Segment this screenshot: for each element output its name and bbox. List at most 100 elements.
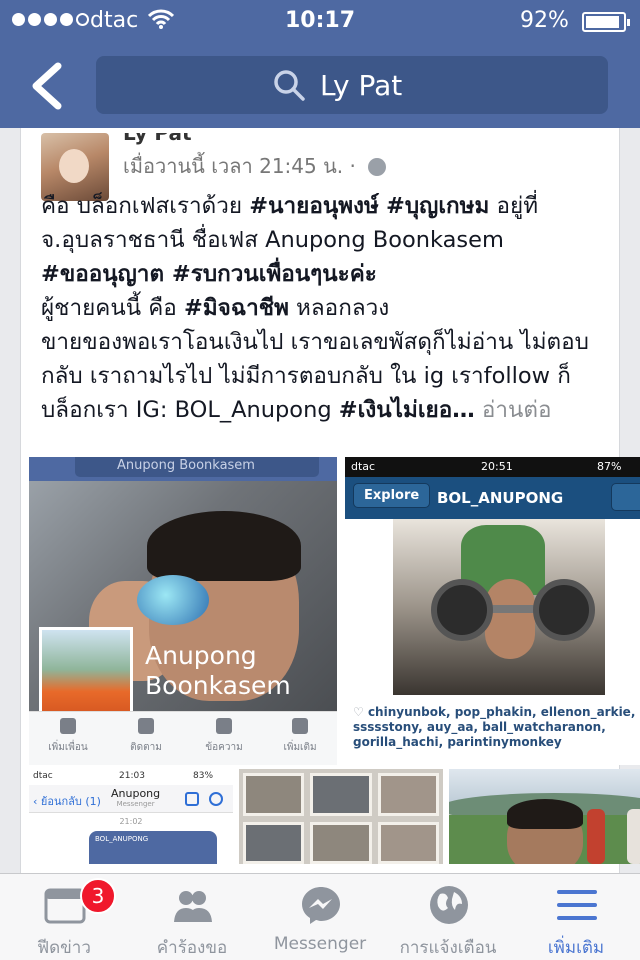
post-text-segment: ผู้ชายคนนี้ คือ [41,295,184,321]
action-label: ข้อความ [205,742,243,753]
post-text-segment: ขายของพอเราโอนเงินไป เราขอเลขพัสดุก็ไม่อ… [41,329,589,355]
hashtag[interactable]: #บุญเกษม [386,193,489,219]
message-icon [216,718,232,734]
screenshot-carrier: dtac [33,771,53,781]
friend-requests-icon [174,891,212,922]
shared-message-bubble: BOL_ANUPONG [89,831,217,864]
contact-sub: Messenger [116,800,155,808]
weight-plate-right [533,579,595,641]
follow-icon [138,718,154,734]
weight-plate-left [431,579,493,641]
messenger-contact: Anupong Messenger [111,787,160,808]
profile-icon [185,792,199,806]
screenshot-fb-header: Anupong Boonkasem [29,457,337,481]
search-icon [274,70,305,101]
post-text-segment [379,193,386,219]
post-body: คือ บล็อกเฟสเราด้วย #นายอนุพงษ์ #บุญเกษม… [41,189,611,427]
post-photo-1[interactable]: Anupong Boonkasem Anupong Boonkasem เพิ่… [29,457,337,765]
messenger-back: ‹ ย้อนกลับ (1) [33,795,101,808]
bubble-text: BOL_ANUPONG [95,835,149,843]
news-feed[interactable]: Ly Pat เมื่อวานนี้ เวลา 21:45 น. · คือ บ… [0,128,640,873]
hair-shape [147,511,301,581]
tab-label: การแจ้งเตือน [399,938,497,958]
post-text-segment: จ.อุบลราชธานี ชื่อเฟส Anupong Boonkasem [41,227,504,253]
profile-name: Anupong Boonkasem [145,641,291,701]
gym-photo [393,519,605,695]
person-shape [627,809,640,864]
grid-thumb [377,821,439,864]
post-photo-5[interactable] [449,769,640,864]
post-card: Ly Pat เมื่อวานนี้ เวลา 21:45 น. · คือ บ… [20,128,640,873]
battery-percent: 92% [520,8,569,33]
post-text-line: จ.อุบลราชธานี ชื่อเฟส Anupong Boonkasem [41,223,611,257]
more-dots-icon [292,718,308,734]
post-time-text: เมื่อวานนี้ เวลา 21:45 น. · [123,154,356,178]
sunglasses-shape [137,575,209,625]
post-text-line: คือ บล็อกเฟสเราด้วย #นายอนุพงษ์ #บุญเกษม… [41,189,611,223]
post-timestamp[interactable]: เมื่อวานนี้ เวลา 21:45 น. · [123,150,387,182]
person-shape [587,809,605,864]
contact-name: Anupong [111,787,161,800]
post-photo-4[interactable] [239,769,443,864]
grid-thumb [243,773,305,816]
tab-label: เพิ่มเติม [547,938,605,958]
action-label: เพิ่มเติม [283,742,317,753]
post-text-segment: คือ บล็อกเฟสเราด้วย [41,193,250,219]
see-more-link[interactable]: อ่านต่อ [482,397,552,423]
hashtag[interactable]: #ขออนุญาต #รบกวนเพื่อนๆนะค่ะ [41,261,377,287]
hashtag[interactable]: #นายอนุพงษ์ [249,193,379,219]
screenshot-search-text: Anupong Boonkasem [75,457,319,477]
instagram-nav-bar: Explore BOL_ANUPONG [345,477,640,519]
profile-picture [39,627,133,721]
tab-notifications[interactable]: การแจ้งเตือน [384,874,512,960]
grid-thumb [310,821,372,864]
hashtag[interactable]: #เงินไม่เยอ… [339,397,475,423]
post-photo-3[interactable]: dtac 21:03 83% ‹ ย้อนกลับ (1) Anupong Me… [29,769,233,864]
notifications-globe-icon [430,886,468,924]
profile-actions: เพิ่มเพื่อน ติดตาม ข้อความ เพิ่มเติม [29,711,337,765]
battery-icon [582,12,630,32]
back-button[interactable] [24,58,74,114]
tab-more[interactable]: เพิ่มเติม [512,874,640,960]
tab-news-feed[interactable]: 3 ฟีดข่าว [0,874,128,960]
explore-back-button: Explore [353,483,431,508]
chevron-left-icon [32,62,62,110]
heart-icon: ♡ [353,705,368,719]
search-field[interactable]: Ly Pat [96,56,608,114]
action-label: ติดตาม [130,742,162,753]
screenshot-carrier: dtac [351,460,376,473]
hashtag[interactable]: #มิจฉาชีพ [184,295,289,321]
messenger-back-label: ย้อนกลับ (1) [40,795,101,808]
tab-label: Messenger [273,934,367,954]
messenger-icon [302,887,340,924]
tab-messenger[interactable]: Messenger [256,874,384,960]
more-menu-icon [557,890,597,920]
tab-label: คำร้องขอ [156,938,228,958]
profile-name-line1: Anupong [145,641,257,670]
action-message: ข้อความ [189,718,259,755]
post-text-line: บล็อกเรา IG: BOL_Anupong #เงินไม่เยอ… อ่… [41,393,611,427]
head-shape [507,799,583,864]
grid-thumb [310,773,372,816]
screenshot-battery: 87% [597,460,622,473]
post-text-segment [475,397,482,423]
top-navigation-bar: dtac 10:17 92% Ly Pat [0,0,640,128]
post-photo-2[interactable]: dtac 20:51 87% Explore BOL_ANUPONG ♡ chi… [345,457,640,765]
profile-name-line2: Boonkasem [145,671,291,700]
cover-photo: Anupong Boonkasem [29,481,337,721]
info-icon [209,792,223,806]
screenshot-status-bar: dtac 21:03 83% [29,769,233,785]
message-time: 21:02 [119,817,143,826]
grid-thumb [377,773,439,816]
instagram-username: BOL_ANUPONG [437,489,564,507]
post-text-segment: อยู่ที่ [489,193,539,219]
likes-text: chinyunbok, pop_phakin, ellenon_arkie, s… [353,705,636,749]
post-author-name[interactable]: Ly Pat [123,133,192,147]
public-globe-icon [368,158,387,176]
screenshot-status-bar: dtac 20:51 87% [345,457,640,477]
messenger-nav: ‹ ย้อนกลับ (1) Anupong Messenger [29,785,233,813]
tab-requests[interactable]: คำร้องขอ [128,874,256,960]
post-text-line: ขายของพอเราโอนเงินไป เราขอเลขพัสดุก็ไม่อ… [41,325,611,359]
photo-grid [243,773,439,864]
share-icon [611,483,640,511]
